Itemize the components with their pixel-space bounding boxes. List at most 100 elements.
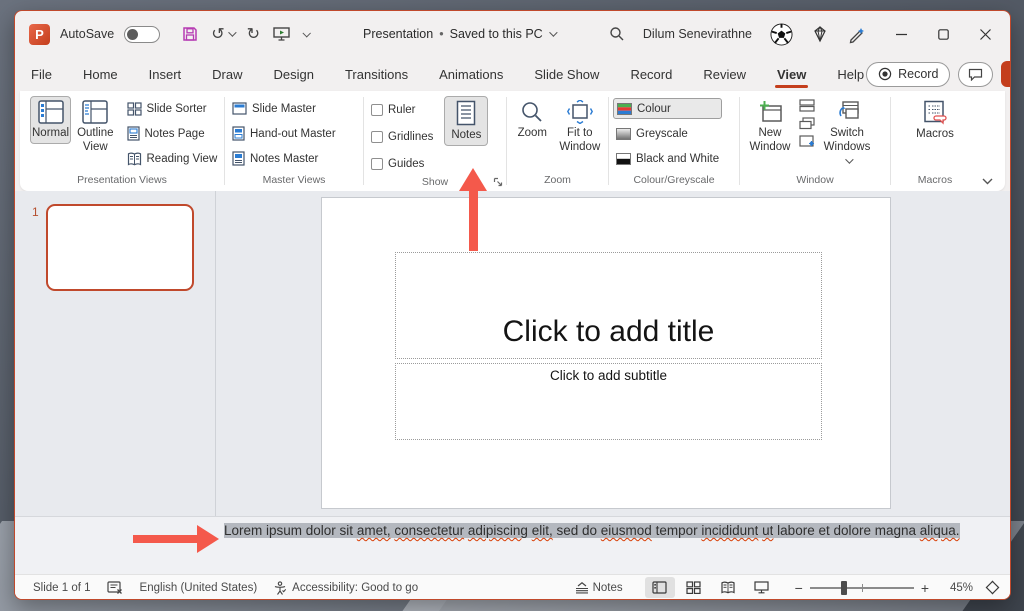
greyscale-button[interactable]: Greyscale	[613, 123, 722, 144]
search-icon[interactable]	[609, 26, 625, 42]
fit-to-window-button[interactable]: Fit to Window	[556, 96, 604, 158]
colour-icon	[617, 103, 632, 115]
notes-master-label: Notes Master	[250, 153, 318, 165]
tab-design[interactable]: Design	[272, 60, 316, 89]
macros-button[interactable]: Macros	[909, 96, 961, 145]
tab-draw[interactable]: Draw	[210, 60, 244, 89]
user-name[interactable]: Dilum Senevirathne	[643, 27, 752, 41]
notes-toggle-button[interactable]: Notes	[575, 582, 623, 594]
slide-thumbnail[interactable]	[46, 204, 194, 291]
slide-number: 1	[32, 205, 39, 219]
cascade-windows-button[interactable]	[799, 117, 815, 130]
zoom-in-button[interactable]: +	[921, 581, 929, 595]
slide-sorter-button[interactable]: Slide Sorter	[124, 98, 221, 119]
fit-to-window-label: Fit to Window	[558, 127, 602, 155]
start-slideshow-icon[interactable]	[273, 27, 290, 42]
autosave-toggle[interactable]	[124, 26, 160, 43]
tab-transitions[interactable]: Transitions	[343, 60, 410, 89]
handout-master-button[interactable]: Hand-out Master	[229, 123, 339, 144]
title-separator: •	[439, 27, 443, 41]
title-placeholder[interactable]: Click to add title	[395, 252, 822, 359]
guides-checkbox-box	[371, 158, 383, 170]
user-avatar[interactable]	[770, 23, 793, 46]
reading-view-status-button[interactable]	[713, 577, 743, 598]
language-status[interactable]: English (United States)	[140, 582, 258, 594]
zoom-out-button[interactable]: −	[795, 581, 803, 595]
tab-record[interactable]: Record	[628, 60, 674, 89]
new-window-button[interactable]: New Window	[744, 96, 796, 158]
group-presentation-views: Normal Outline View Slide Sorter Notes P…	[20, 91, 224, 191]
notes-page-button[interactable]: Notes Page	[124, 123, 221, 144]
editing-pen-icon[interactable]	[847, 25, 866, 44]
customize-qat-chevron-icon[interactable]	[302, 29, 310, 37]
notes-button[interactable]: Notes	[444, 96, 488, 146]
document-title[interactable]: Presentation • Saved to this PC	[363, 27, 555, 41]
reading-view-button[interactable]: Reading View	[124, 148, 221, 169]
close-button[interactable]	[968, 19, 1002, 49]
undo-icon[interactable]: ↺	[211, 26, 224, 42]
black-and-white-button[interactable]: Black and White	[613, 148, 722, 169]
slide-sorter-status-button[interactable]	[679, 577, 709, 598]
proofing-status-icon[interactable]	[107, 581, 124, 595]
notes-master-icon	[232, 151, 245, 166]
tab-help[interactable]: Help	[835, 60, 866, 89]
title-bar: P AutoSave ↺ ↻ Presentation •	[15, 11, 1010, 57]
accessibility-status[interactable]: Accessibility: Good to go	[292, 582, 418, 594]
colour-button[interactable]: Colour	[613, 98, 722, 119]
group-colour-greyscale: Colour Greyscale Black and White Colour/…	[609, 91, 739, 191]
fit-slide-to-window-button[interactable]	[985, 580, 1000, 595]
switch-windows-icon	[834, 100, 860, 124]
slide-master-button[interactable]: Slide Master	[229, 98, 339, 119]
autosave-label: AutoSave	[60, 27, 114, 41]
colour-label: Colour	[637, 103, 671, 115]
outline-view-button[interactable]: Outline View	[75, 96, 115, 158]
ruler-checkbox[interactable]: Ruler	[368, 99, 436, 120]
move-split-button[interactable]	[799, 135, 815, 148]
normal-view-status-button[interactable]	[645, 577, 675, 598]
tab-animations[interactable]: Animations	[437, 60, 505, 89]
save-icon[interactable]	[182, 26, 198, 42]
tab-insert[interactable]: Insert	[147, 60, 184, 89]
zoom-slider[interactable]	[810, 587, 914, 589]
notes-text[interactable]: Lorem ipsum dolor sit amet, consectetur …	[224, 523, 960, 538]
greyscale-label: Greyscale	[636, 128, 688, 140]
minimize-button[interactable]	[884, 19, 918, 49]
handout-master-icon	[232, 126, 245, 141]
normal-view-button[interactable]: Normal	[30, 96, 71, 144]
record-button[interactable]: Record	[866, 62, 950, 87]
tab-slide-show[interactable]: Slide Show	[532, 60, 601, 89]
zoom-button-label: Zoom	[518, 127, 547, 141]
slide-counter: Slide 1 of 1	[33, 582, 91, 594]
arrange-all-button[interactable]	[799, 99, 815, 112]
switch-windows-button[interactable]: Switch Windows	[818, 96, 876, 171]
collapse-ribbon-chevron-icon[interactable]	[982, 178, 993, 185]
share-button[interactable]: Share	[1001, 61, 1011, 87]
group-label-macros: Macros	[895, 172, 975, 189]
notes-toggle-label: Notes	[593, 582, 623, 594]
tab-home[interactable]: Home	[81, 60, 120, 89]
slide-thumbnail-pane[interactable]: 1	[15, 191, 216, 516]
show-dialog-launcher-icon[interactable]	[493, 177, 503, 187]
zoom-percentage[interactable]: 45%	[939, 582, 973, 594]
tab-file[interactable]: File	[29, 60, 54, 89]
gridlines-checkbox[interactable]: Gridlines	[368, 126, 436, 147]
zoom-button[interactable]: Zoom	[511, 96, 554, 144]
designer-diamond-icon[interactable]	[811, 25, 829, 43]
macros-button-label: Macros	[916, 128, 954, 142]
tab-review[interactable]: Review	[701, 60, 748, 89]
redo-icon[interactable]: ↻	[247, 26, 260, 42]
slideshow-status-button[interactable]	[747, 577, 777, 598]
notes-master-button[interactable]: Notes Master	[229, 148, 339, 169]
new-window-label: New Window	[746, 127, 794, 155]
ruler-label: Ruler	[388, 104, 415, 116]
comments-button[interactable]	[958, 62, 993, 87]
reading-view-icon	[127, 152, 142, 166]
subtitle-placeholder[interactable]: Click to add subtitle	[395, 363, 822, 440]
callout-arrow-notes-text	[133, 525, 219, 553]
guides-checkbox[interactable]: Guides	[368, 153, 436, 174]
maximize-button[interactable]	[926, 19, 960, 49]
slide-canvas[interactable]: Click to add title Click to add subtitle	[321, 197, 891, 509]
zoom-slider-handle[interactable]	[841, 581, 847, 595]
undo-dropdown-chevron-icon[interactable]	[228, 28, 236, 36]
tab-view[interactable]: View	[775, 60, 808, 89]
